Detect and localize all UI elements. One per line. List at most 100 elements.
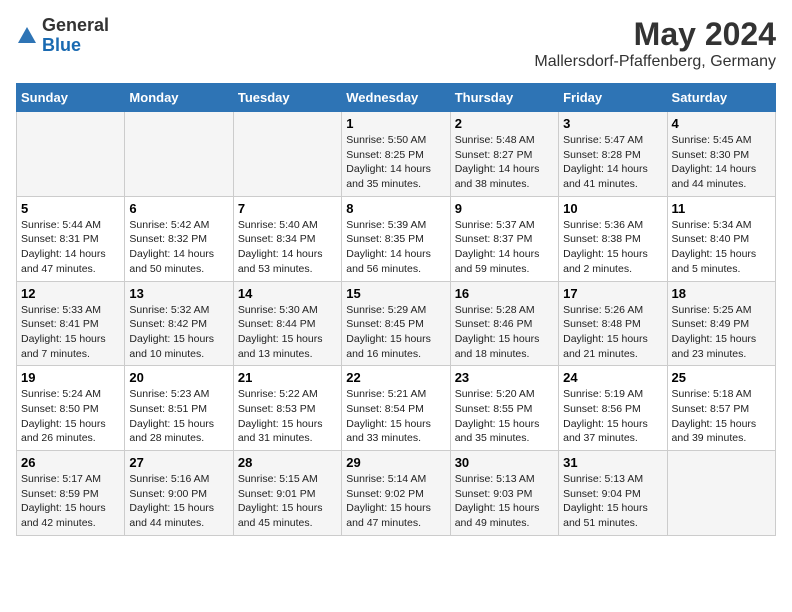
calendar-cell: 9Sunrise: 5:37 AM Sunset: 8:37 PM Daylig… (450, 196, 558, 281)
calendar-cell (17, 112, 125, 197)
day-number: 8 (346, 201, 445, 216)
calendar-cell (125, 112, 233, 197)
calendar-cell (667, 451, 775, 536)
week-row-2: 5Sunrise: 5:44 AM Sunset: 8:31 PM Daylig… (17, 196, 776, 281)
calendar-cell: 4 Sunrise: 5:45 AM Sunset: 8:30 PM Daylig… (667, 112, 775, 197)
day-info: Sunrise: 5:18 AM Sunset: 8:57 PM Dayligh… (672, 387, 771, 446)
day-info: Sunrise: 5:13 AM Sunset: 9:03 PM Dayligh… (455, 472, 554, 531)
day-info: Sunrise: 5:19 AM Sunset: 8:56 PM Dayligh… (563, 387, 662, 446)
day-info: Sunrise: 5:22 AM Sunset: 8:53 PM Dayligh… (238, 387, 337, 446)
header-wednesday: Wednesday (342, 84, 450, 112)
calendar-cell: 12 Sunrise: 5:33 AM Sunset: 8:41 PM Dayli… (17, 281, 125, 366)
calendar-cell: 11Sunrise: 5:34 AM Sunset: 8:40 PM Dayli… (667, 196, 775, 281)
calendar-cell: 17Sunrise: 5:26 AM Sunset: 8:48 PM Dayli… (559, 281, 667, 366)
day-number: 30 (455, 455, 554, 470)
day-info: Sunrise: 5:25 AM Sunset: 8:49 PM Dayligh… (672, 303, 771, 362)
day-info: Sunrise: 5:34 AM Sunset: 8:40 PM Dayligh… (672, 218, 771, 277)
day-number: 21 (238, 370, 337, 385)
header-monday: Monday (125, 84, 233, 112)
calendar-cell: 13Sunrise: 5:32 AM Sunset: 8:42 PM Dayli… (125, 281, 233, 366)
day-number: 17 (563, 286, 662, 301)
calendar-cell: 20Sunrise: 5:23 AM Sunset: 8:51 PM Dayli… (125, 366, 233, 451)
header-tuesday: Tuesday (233, 84, 341, 112)
day-info: Sunrise: 5:14 AM Sunset: 9:02 PM Dayligh… (346, 472, 445, 531)
day-info: Sunrise: 5:21 AM Sunset: 8:54 PM Dayligh… (346, 387, 445, 446)
calendar-cell: 29 Sunrise: 5:14 AM Sunset: 9:02 PM Dayli… (342, 451, 450, 536)
calendar-cell (233, 112, 341, 197)
logo-blue: Blue (42, 35, 81, 55)
calendar-cell: 2 Sunrise: 5:48 AM Sunset: 8:27 PM Daylig… (450, 112, 558, 197)
day-number: 1 (346, 116, 445, 131)
day-number: 4 (672, 116, 771, 131)
header-sunday: Sunday (17, 84, 125, 112)
day-number: 22 (346, 370, 445, 385)
calendar-cell: 1Sunrise: 5:50 AM Sunset: 8:25 PM Daylig… (342, 112, 450, 197)
calendar: SundayMondayTuesdayWednesdayThursdayFrid… (16, 83, 776, 536)
day-info: Sunrise: 5:42 AM Sunset: 8:32 PM Dayligh… (129, 218, 228, 277)
calendar-cell: 15 Sunrise: 5:29 AM Sunset: 8:45 PM Dayli… (342, 281, 450, 366)
day-info: Sunrise: 5:17 AM Sunset: 8:59 PM Dayligh… (21, 472, 120, 531)
day-info: Sunrise: 5:48 AM Sunset: 8:27 PM Dayligh… (455, 133, 554, 192)
day-info: Sunrise: 5:23 AM Sunset: 8:51 PM Dayligh… (129, 387, 228, 446)
day-number: 3 (563, 116, 662, 131)
subtitle: Mallersdorf-Pfaffenberg, Germany (534, 53, 776, 71)
week-row-3: 12 Sunrise: 5:33 AM Sunset: 8:41 PM Dayli… (17, 281, 776, 366)
day-info: Sunrise: 5:16 AM Sunset: 9:00 PM Dayligh… (129, 472, 228, 531)
day-number: 19 (21, 370, 120, 385)
day-info: Sunrise: 5:33 AM Sunset: 8:41 PM Dayligh… (21, 303, 120, 362)
day-number: 29 (346, 455, 445, 470)
day-number: 12 (21, 286, 120, 301)
day-info: Sunrise: 5:40 AM Sunset: 8:34 PM Dayligh… (238, 218, 337, 277)
day-number: 7 (238, 201, 337, 216)
calendar-cell: 3 Sunrise: 5:47 AM Sunset: 8:28 PM Daylig… (559, 112, 667, 197)
day-info: Sunrise: 5:29 AM Sunset: 8:45 PM Dayligh… (346, 303, 445, 362)
calendar-cell: 26 Sunrise: 5:17 AM Sunset: 8:59 PM Dayli… (17, 451, 125, 536)
calendar-cell: 7 Sunrise: 5:40 AM Sunset: 8:34 PM Daylig… (233, 196, 341, 281)
day-number: 31 (563, 455, 662, 470)
calendar-cell: 10Sunrise: 5:36 AM Sunset: 8:38 PM Dayli… (559, 196, 667, 281)
calendar-cell: 19 Sunrise: 5:24 AM Sunset: 8:50 PM Dayli… (17, 366, 125, 451)
header-saturday: Saturday (667, 84, 775, 112)
day-info: Sunrise: 5:24 AM Sunset: 8:50 PM Dayligh… (21, 387, 120, 446)
calendar-cell: 28Sunrise: 5:15 AM Sunset: 9:01 PM Dayli… (233, 451, 341, 536)
calendar-cell: 31Sunrise: 5:13 AM Sunset: 9:04 PM Dayli… (559, 451, 667, 536)
logo: General Blue (16, 16, 109, 56)
day-number: 16 (455, 286, 554, 301)
logo-general: General (42, 15, 109, 35)
day-number: 23 (455, 370, 554, 385)
day-info: Sunrise: 5:28 AM Sunset: 8:46 PM Dayligh… (455, 303, 554, 362)
day-info: Sunrise: 5:36 AM Sunset: 8:38 PM Dayligh… (563, 218, 662, 277)
day-number: 2 (455, 116, 554, 131)
day-number: 9 (455, 201, 554, 216)
logo-icon (16, 25, 38, 47)
day-number: 6 (129, 201, 228, 216)
day-info: Sunrise: 5:30 AM Sunset: 8:44 PM Dayligh… (238, 303, 337, 362)
day-info: Sunrise: 5:15 AM Sunset: 9:01 PM Dayligh… (238, 472, 337, 531)
day-number: 15 (346, 286, 445, 301)
calendar-cell: 14 Sunrise: 5:30 AM Sunset: 8:44 PM Dayli… (233, 281, 341, 366)
header-friday: Friday (559, 84, 667, 112)
day-info: Sunrise: 5:47 AM Sunset: 8:28 PM Dayligh… (563, 133, 662, 192)
day-number: 27 (129, 455, 228, 470)
main-title: May 2024 (534, 16, 776, 53)
calendar-cell: 30 Sunrise: 5:13 AM Sunset: 9:03 PM Dayli… (450, 451, 558, 536)
day-number: 24 (563, 370, 662, 385)
header-thursday: Thursday (450, 84, 558, 112)
week-row-1: 1Sunrise: 5:50 AM Sunset: 8:25 PM Daylig… (17, 112, 776, 197)
day-number: 14 (238, 286, 337, 301)
calendar-cell: 16 Sunrise: 5:28 AM Sunset: 8:46 PM Dayli… (450, 281, 558, 366)
calendar-cell: 24 Sunrise: 5:19 AM Sunset: 8:56 PM Dayli… (559, 366, 667, 451)
calendar-cell: 21 Sunrise: 5:22 AM Sunset: 8:53 PM Dayli… (233, 366, 341, 451)
day-info: Sunrise: 5:44 AM Sunset: 8:31 PM Dayligh… (21, 218, 120, 277)
day-info: Sunrise: 5:45 AM Sunset: 8:30 PM Dayligh… (672, 133, 771, 192)
calendar-body: 1Sunrise: 5:50 AM Sunset: 8:25 PM Daylig… (17, 112, 776, 536)
calendar-cell: 22 Sunrise: 5:21 AM Sunset: 8:54 PM Dayli… (342, 366, 450, 451)
week-row-4: 19 Sunrise: 5:24 AM Sunset: 8:50 PM Dayli… (17, 366, 776, 451)
calendar-cell: 8 Sunrise: 5:39 AM Sunset: 8:35 PM Daylig… (342, 196, 450, 281)
header: General Blue May 2024 Mallersdorf-Pfaffe… (16, 16, 776, 71)
day-info: Sunrise: 5:39 AM Sunset: 8:35 PM Dayligh… (346, 218, 445, 277)
day-number: 26 (21, 455, 120, 470)
header-row: SundayMondayTuesdayWednesdayThursdayFrid… (17, 84, 776, 112)
day-info: Sunrise: 5:32 AM Sunset: 8:42 PM Dayligh… (129, 303, 228, 362)
day-number: 18 (672, 286, 771, 301)
